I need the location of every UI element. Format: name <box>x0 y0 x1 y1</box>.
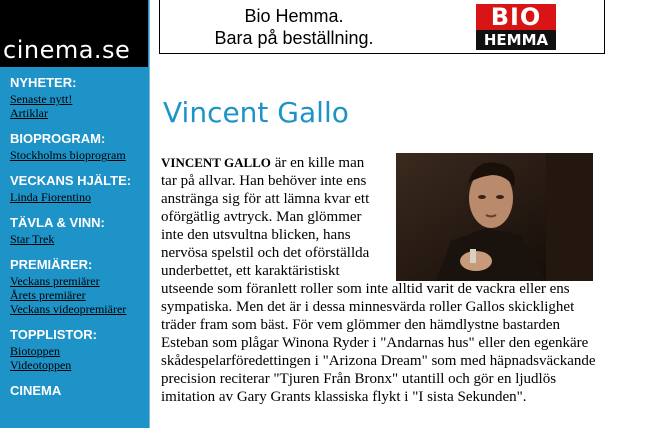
nav-section-veckans-hjalte: VECKANS HJÄLTE: Linda Fiorentino <box>10 173 146 205</box>
nav-link-star-trek[interactable]: Star Trek <box>10 232 146 246</box>
nav-link-videotoppen[interactable]: Videotoppen <box>10 358 146 372</box>
banner-line-1: Bio Hemma. <box>244 6 344 26</box>
photo-space <box>376 154 611 280</box>
nav-section-cinema: CINEMA <box>10 384 146 398</box>
site-logo-text: cinema.se <box>3 36 131 64</box>
nav-heading: TOPPLISTOR: <box>10 327 97 342</box>
nav-link-veckans-videopremiarer[interactable]: Veckans videopremiärer <box>10 302 146 316</box>
nav-heading: CINEMA <box>10 383 62 398</box>
nav-link-linda-fiorentino[interactable]: Linda Fiorentino <box>10 190 146 204</box>
nav-section-topplistor: TOPPLISTOR: Biotoppen Videotoppen <box>10 327 146 373</box>
nav-link-artiklar[interactable]: Artiklar <box>10 106 146 120</box>
nav-link-senaste-nytt[interactable]: Senaste nytt! <box>10 92 146 106</box>
nav-section-nyheter: NYHETER: Senaste nytt! Artiklar <box>10 75 146 121</box>
nav-heading: PREMIÄRER: <box>10 257 93 272</box>
bio-hemma-logo: BIO HEMMA <box>476 4 556 50</box>
nav-section-bioprogram: BIOPROGRAM: Stockholms bioprogram <box>10 131 146 163</box>
page-title: Vincent Gallo <box>163 96 349 129</box>
nav-heading: NYHETER: <box>10 75 77 90</box>
sidebar: cinema.se NYHETER: Senaste nytt! Artikla… <box>0 0 150 428</box>
bio-logo-top: BIO <box>476 4 556 30</box>
article-body: VINCENT GALLO är en kille man tar på all… <box>161 154 611 406</box>
nav-link-veckans-premiarer[interactable]: Veckans premiärer <box>10 274 146 288</box>
nav-link-biotoppen[interactable]: Biotoppen <box>10 344 146 358</box>
nav-link-arets-premiarer[interactable]: Årets premiärer <box>10 288 146 302</box>
site-logo[interactable]: cinema.se <box>0 0 148 67</box>
nav-heading: BIOPROGRAM: <box>10 131 106 146</box>
lead-name: VINCENT GALLO <box>161 155 271 170</box>
banner-line-2: Bara på beställning. <box>214 28 374 48</box>
nav-section-premiarer: PREMIÄRER: Veckans premiärer Årets premi… <box>10 257 146 317</box>
sidebar-nav: NYHETER: Senaste nytt! Artiklar BIOPROGR… <box>10 76 146 410</box>
bio-logo-bottom: HEMMA <box>476 30 556 50</box>
ad-banner[interactable]: Bio Hemma. Bara på beställning. BIO HEMM… <box>159 0 605 54</box>
nav-heading: VECKANS HJÄLTE: <box>10 173 132 188</box>
nav-heading: TÄVLA & VINN: <box>10 215 105 230</box>
nav-link-stockholms-bioprogram[interactable]: Stockholms bioprogram <box>10 148 146 162</box>
nav-section-tavla-vinn: TÄVLA & VINN: Star Trek <box>10 215 146 247</box>
